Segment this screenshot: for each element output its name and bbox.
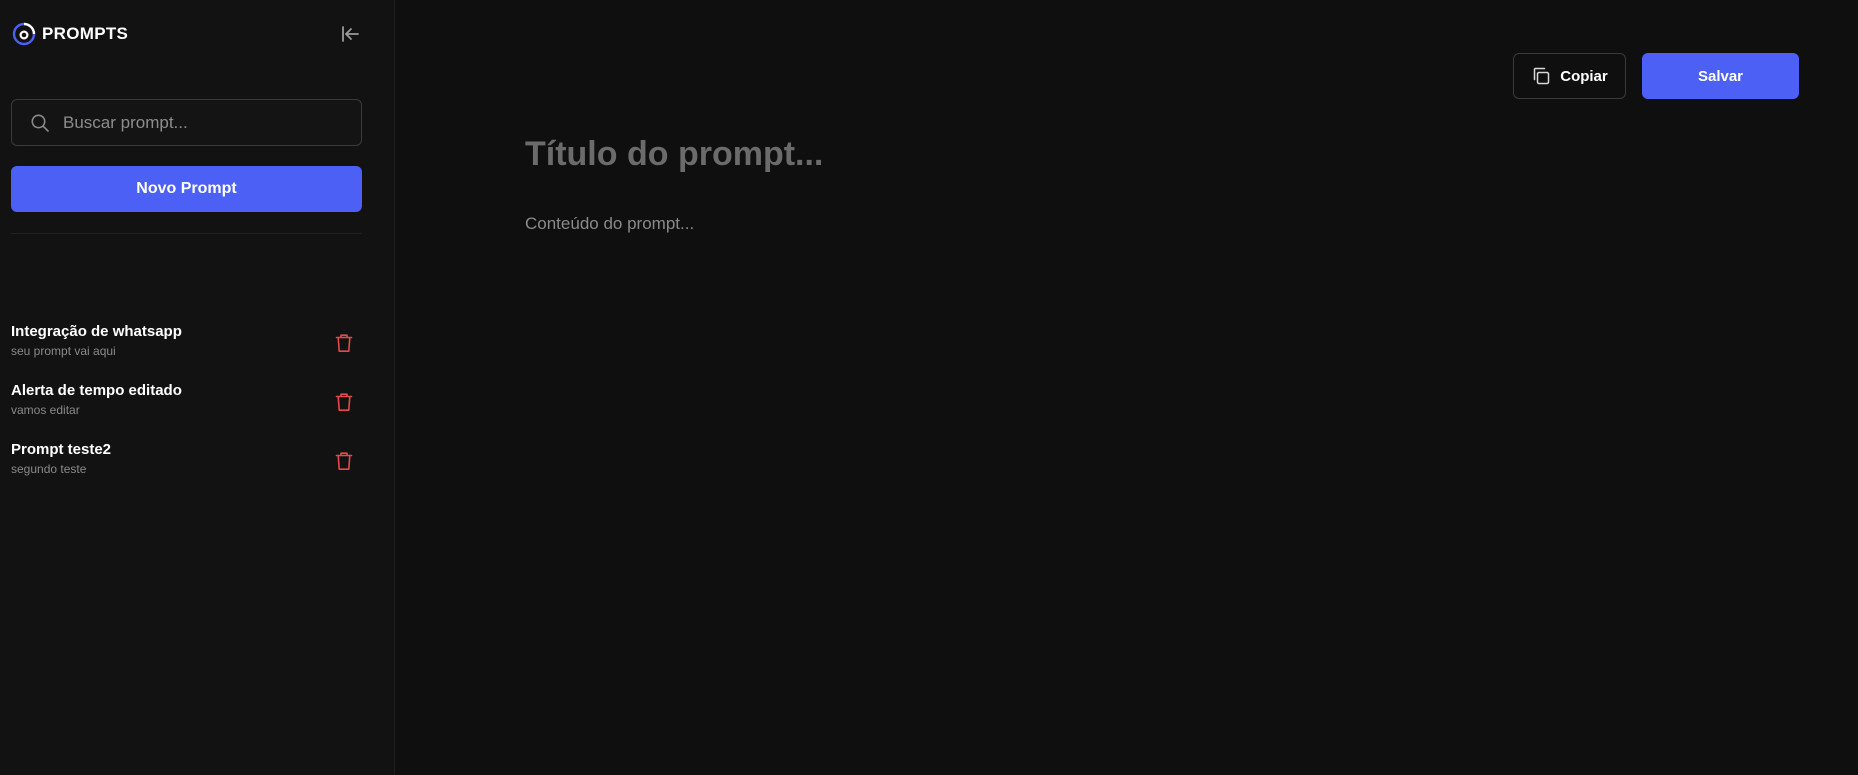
sidebar: PROMPTS Novo Prompt Integração de whatsa… [0,0,395,775]
copy-button-label: Copiar [1560,67,1608,85]
prompt-content-textarea[interactable] [525,211,1625,611]
collapse-sidebar-button[interactable] [338,22,362,46]
prompt-item-title: Prompt teste2 [11,441,112,458]
prompt-item-title: Alerta de tempo editado [11,382,182,399]
prompt-item-title: Integração de whatsapp [11,323,182,340]
delete-prompt-button[interactable] [333,332,355,354]
prompt-list-item[interactable]: Alerta de tempo editado vamos editar [11,381,362,440]
divider [11,233,362,234]
collapse-sidebar-icon [342,26,359,42]
prompt-title-input[interactable] [525,130,1425,178]
prompt-list-item[interactable]: Integração de whatsapp seu prompt vai aq… [11,322,362,381]
delete-prompt-button[interactable] [333,391,355,413]
save-button[interactable]: Salvar [1642,53,1799,99]
new-prompt-button[interactable]: Novo Prompt [11,166,362,212]
brand: PROMPTS [12,22,128,46]
app: PROMPTS Novo Prompt Integração de whatsa… [0,0,1858,775]
trash-icon [335,334,353,352]
logo-icon [12,22,36,46]
copy-button[interactable]: Copiar [1513,53,1626,99]
trash-icon [335,452,353,470]
trash-icon [335,393,353,411]
prompt-list: Integração de whatsapp seu prompt vai aq… [11,322,362,499]
brand-name: PROMPTS [42,24,129,43]
prompt-item-description: vamos editar [11,403,80,417]
prompt-item-description: segundo teste [11,462,87,476]
search-input[interactable] [12,100,361,145]
search-box [11,99,362,146]
delete-prompt-button[interactable] [333,450,355,472]
prompt-list-item[interactable]: Prompt teste2 segundo teste [11,440,362,499]
search-icon [31,114,49,132]
prompt-item-description: seu prompt vai aqui [11,344,116,358]
editor: Copiar Salvar [395,0,1858,775]
copy-icon [1533,67,1550,85]
